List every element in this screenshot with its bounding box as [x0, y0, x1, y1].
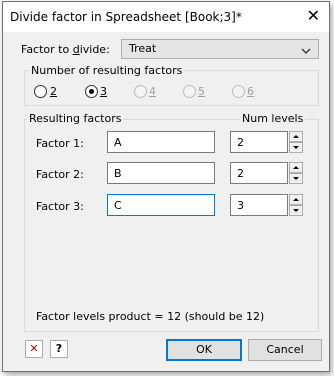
- factor-3-name-value: C: [114, 199, 122, 212]
- chevron-down-icon: [301, 44, 311, 57]
- factor-3-levels-input[interactable]: 3: [230, 194, 288, 216]
- radio-5[interactable]: [183, 85, 196, 98]
- factor-1-levels-value: 2: [237, 136, 244, 149]
- factor-3-name-input[interactable]: C: [107, 194, 215, 216]
- close-icon[interactable]: ✕: [307, 7, 320, 25]
- factor-1-levels-spinner[interactable]: [289, 131, 303, 153]
- factor-2-levels-spinner[interactable]: [289, 162, 303, 184]
- factor-3-levels-value: 3: [237, 199, 244, 212]
- factor-select-value: Treat: [129, 42, 157, 55]
- radio-6-label: 6: [247, 85, 254, 98]
- spin-down-icon[interactable]: [289, 173, 303, 184]
- radio-4[interactable]: [134, 85, 147, 98]
- spin-down-icon[interactable]: [289, 205, 303, 216]
- dialog-window: Divide factor in Spreadsheet [Book;3]* ✕…: [2, 1, 330, 372]
- radio-3[interactable]: [85, 85, 98, 98]
- results-title: Resulting factors: [27, 112, 124, 125]
- factor-1-name-value: A: [114, 136, 122, 149]
- num-levels-header: Num levels: [240, 112, 306, 125]
- factor-3-label: Factor 3:: [36, 200, 84, 213]
- radio-4-label: 4: [149, 85, 156, 98]
- factor-1-label: Factor 1:: [36, 137, 84, 150]
- factor-2-levels-value: 2: [237, 167, 244, 180]
- spin-down-icon[interactable]: [289, 142, 303, 153]
- cancel-button[interactable]: Cancel: [248, 339, 322, 361]
- spin-up-icon[interactable]: [289, 194, 303, 205]
- factor-select[interactable]: Treat: [121, 39, 319, 59]
- factor-1-levels-input[interactable]: 2: [230, 131, 288, 153]
- radio-5-label: 5: [198, 85, 205, 98]
- factor-2-name-value: B: [114, 167, 122, 180]
- num-factors-title: Number of resulting factors: [29, 64, 185, 77]
- radio-2-label: 2: [50, 85, 57, 98]
- radio-6[interactable]: [232, 85, 245, 98]
- factor-2-levels-input[interactable]: 2: [230, 162, 288, 184]
- factor-2-name-input[interactable]: B: [107, 162, 215, 184]
- factor-1-name-input[interactable]: A: [107, 131, 215, 153]
- factor-to-divide-label: Factor to divide:: [21, 43, 110, 56]
- radio-2[interactable]: [34, 85, 47, 98]
- window-title: Divide factor in Spreadsheet [Book;3]*: [10, 10, 242, 24]
- factor-2-label: Factor 2:: [36, 168, 84, 181]
- spin-up-icon[interactable]: [289, 131, 303, 142]
- spin-up-icon[interactable]: [289, 162, 303, 173]
- factor-3-levels-spinner[interactable]: [289, 194, 303, 216]
- radio-3-label: 3: [100, 85, 107, 98]
- levels-product-text: Factor levels product = 12 (should be 12…: [36, 310, 265, 323]
- ok-button[interactable]: OK: [166, 339, 242, 361]
- help-icon[interactable]: ?: [50, 340, 68, 358]
- clear-icon[interactable]: ✕: [25, 340, 43, 358]
- title-bar: Divide factor in Spreadsheet [Book;3]* ✕: [3, 2, 329, 32]
